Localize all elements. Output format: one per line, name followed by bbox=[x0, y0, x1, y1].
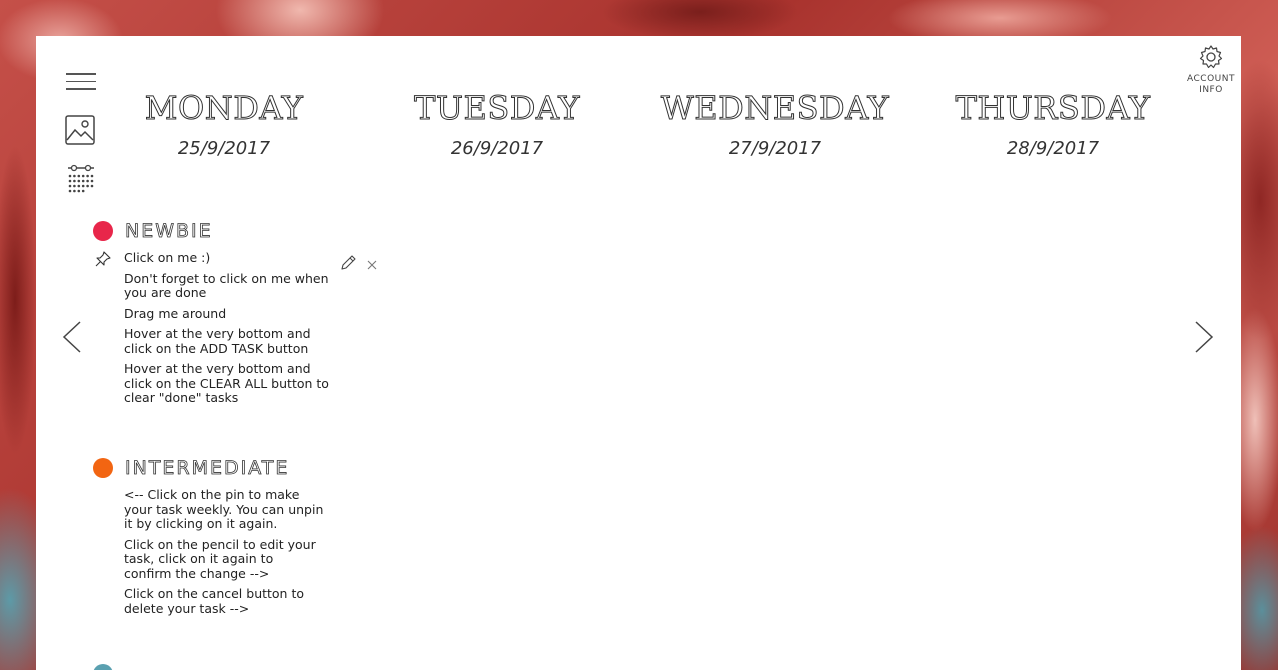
account-label-line1: ACCOUNT bbox=[1187, 74, 1235, 84]
account-info-button[interactable]: ACCOUNT INFO bbox=[1182, 44, 1240, 96]
chevron-right-icon[interactable] bbox=[1192, 320, 1216, 358]
task-item[interactable]: Click on me :) bbox=[124, 250, 329, 266]
task-item[interactable]: Drag me around bbox=[124, 306, 329, 322]
task-item[interactable]: <-- Click on the pin to make your task w… bbox=[124, 487, 324, 532]
pencil-icon[interactable] bbox=[339, 254, 357, 276]
day-name: WEDNESDAY bbox=[660, 89, 890, 128]
task-item[interactable]: Hover at the very bottom and click on th… bbox=[124, 326, 329, 356]
priority-dot bbox=[93, 221, 113, 241]
pin-icon[interactable] bbox=[94, 250, 112, 272]
task-item[interactable]: Click on the pencil to edit your task, c… bbox=[124, 537, 324, 582]
priority-dot bbox=[93, 458, 113, 478]
day-column-tuesday: TUESDAY 26/9/2017 bbox=[362, 88, 632, 160]
day-column-wednesday: WEDNESDAY 27/9/2017 bbox=[640, 88, 910, 160]
day-date: 27/9/2017 bbox=[728, 138, 822, 159]
day-column-monday: MONDAY 25/9/2017 bbox=[89, 88, 359, 160]
close-icon[interactable] bbox=[366, 256, 378, 275]
calendar-icon[interactable] bbox=[66, 162, 96, 200]
task-item[interactable]: Hover at the very bottom and click on th… bbox=[124, 361, 329, 406]
day-date: 25/9/2017 bbox=[177, 138, 271, 159]
chevron-left-icon[interactable] bbox=[60, 320, 84, 358]
task-list-newbie: Click on me :) Don't forget to click on … bbox=[124, 250, 329, 412]
day-date: 26/9/2017 bbox=[450, 138, 544, 159]
account-label-line2: INFO bbox=[1199, 85, 1223, 95]
task-item[interactable]: Don't forget to click on me when you are… bbox=[124, 271, 329, 301]
day-name: THURSDAY bbox=[955, 89, 1151, 128]
day-date: 28/9/2017 bbox=[1006, 138, 1100, 159]
group-title: NEWBIE bbox=[125, 220, 213, 243]
day-column-thursday: THURSDAY 28/9/2017 bbox=[918, 88, 1188, 160]
task-group-intermediate: INTERMEDIATE bbox=[93, 457, 289, 479]
group-title: INTERMEDIATE bbox=[125, 457, 290, 480]
day-name: MONDAY bbox=[144, 89, 304, 128]
task-item[interactable]: Click on the cancel button to delete you… bbox=[124, 586, 324, 616]
gear-icon bbox=[1199, 45, 1223, 69]
task-group-newbie: NEWBIE bbox=[93, 220, 213, 242]
day-name: TUESDAY bbox=[414, 89, 580, 128]
task-list-intermediate: <-- Click on the pin to make your task w… bbox=[124, 487, 324, 622]
